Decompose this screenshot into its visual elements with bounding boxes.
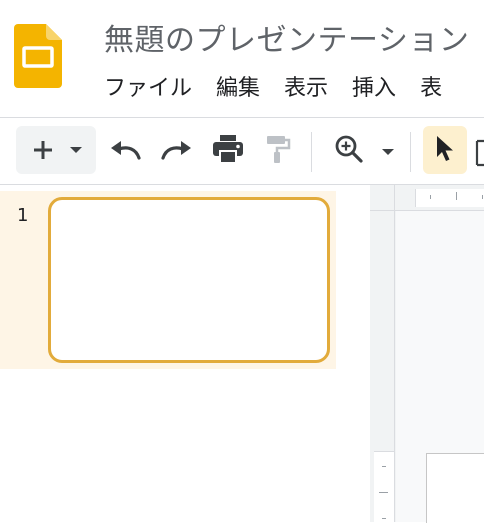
menu-edit[interactable]: 編集 [216, 73, 260, 105]
menu-file[interactable]: ファイル [104, 73, 192, 105]
menu-bar: ファイル 編集 表示 挿入 表 [104, 73, 466, 105]
zoom-icon [334, 134, 364, 168]
ruler-tick [382, 518, 386, 519]
ruler-tick [382, 466, 386, 467]
ruler-corner [370, 185, 395, 211]
undo-button[interactable] [108, 134, 144, 170]
menu-format[interactable]: 表 [420, 73, 442, 105]
menu-insert[interactable]: 挿入 [352, 73, 396, 105]
chevron-down-icon[interactable] [378, 142, 398, 162]
print-button[interactable] [209, 132, 247, 170]
slides-logo-icon[interactable] [14, 24, 62, 88]
undo-icon [109, 138, 143, 166]
textbox-tool-icon[interactable] [474, 138, 484, 168]
document-title[interactable]: 無題のプレゼンテーション [104, 15, 469, 59]
toolbar-separator [311, 132, 312, 172]
new-slide-button[interactable] [16, 126, 96, 174]
print-icon [212, 134, 244, 168]
ruler-page-area [415, 189, 484, 207]
plus-icon [27, 134, 59, 166]
cursor-icon [434, 134, 456, 166]
redo-button[interactable] [158, 134, 194, 170]
slide-filmstrip: 1 [0, 185, 370, 522]
chevron-down-icon[interactable] [67, 141, 85, 159]
vertical-ruler[interactable] [370, 211, 395, 523]
menu-view[interactable]: 表示 [284, 73, 328, 105]
redo-icon [159, 138, 193, 166]
filmstrip-slide-item[interactable]: 1 [0, 191, 336, 369]
ruler-tick [430, 195, 431, 199]
ruler-tick [456, 192, 457, 200]
ruler-tick [379, 492, 388, 493]
slide-thumbnail[interactable] [48, 197, 330, 363]
select-tool-button[interactable] [423, 126, 467, 174]
ruler-page-area [374, 451, 394, 523]
ruler-tick [482, 195, 483, 199]
toolbar-separator [410, 132, 411, 172]
zoom-button[interactable] [330, 132, 368, 170]
horizontal-ruler[interactable] [395, 185, 484, 211]
toolbar [0, 118, 484, 184]
paint-format-icon [265, 134, 291, 168]
paint-format-button[interactable] [260, 132, 296, 170]
slide-number: 1 [17, 205, 29, 226]
slide-page[interactable] [426, 453, 484, 523]
